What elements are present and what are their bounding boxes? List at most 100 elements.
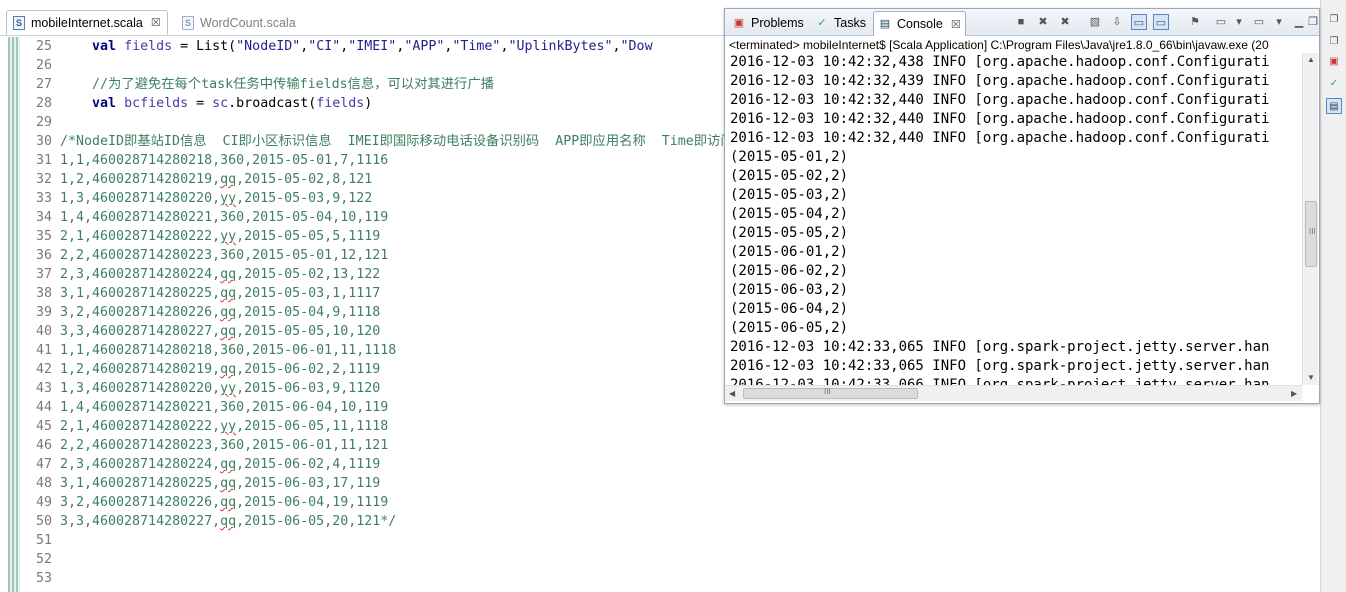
code-token: bcfields bbox=[124, 96, 189, 111]
chevron-up-icon[interactable]: ▲ bbox=[1307, 55, 1315, 64]
chevron-right-icon[interactable]: ▶ bbox=[1291, 389, 1297, 398]
restore-icon[interactable]: ❐ bbox=[1326, 12, 1342, 28]
code-line[interactable]: val bcfields = sc.broadcast(fields) bbox=[60, 94, 760, 113]
tasks-icon: ✓ bbox=[817, 17, 827, 29]
code-line[interactable]: 2,3,460028714280224,qq,2015-05-02,13,122 bbox=[60, 265, 760, 284]
code-token: ,2015-06-02,4,1119 bbox=[236, 457, 381, 472]
open-console-icon[interactable]: ▭ bbox=[1251, 14, 1267, 30]
code-line[interactable]: /*NodeID即基站ID信息 CI即小区标识信息 IMEI即国际移动电话设备识… bbox=[60, 132, 760, 151]
code-line[interactable]: 2,1,460028714280222,yy,2015-05-05,5,1119 bbox=[60, 227, 760, 246]
line-number: 27 bbox=[35, 77, 52, 92]
tab-mobileinternet-scala[interactable]: S mobileInternet.scala ☒ bbox=[6, 10, 168, 35]
line-number: 46 bbox=[35, 438, 52, 453]
minimize-icon[interactable]: ▁ bbox=[1291, 14, 1307, 30]
chevron-left-icon[interactable]: ◀ bbox=[729, 389, 735, 398]
vertical-scrollbar[interactable]: ▲ III ▼ bbox=[1302, 53, 1318, 385]
code-token: 3,2,460028714280226, bbox=[60, 305, 221, 320]
code-line[interactable]: 1,1,460028714280218,360,2015-05-01,7,111… bbox=[60, 151, 760, 170]
code-line[interactable]: 3,1,460028714280225,qq,2015-05-03,1,1117 bbox=[60, 284, 760, 303]
code-line[interactable] bbox=[60, 56, 760, 75]
line-number: 43 bbox=[35, 381, 52, 396]
code-line[interactable]: 3,1,460028714280225,qq,2015-06-03,17,119 bbox=[60, 474, 760, 493]
code-token: ,2015-05-02,8,121 bbox=[236, 172, 373, 187]
console-output[interactable]: 2016-12-03 10:42:32,438 INFO [org.apache… bbox=[730, 53, 1302, 385]
tab-label: Tasks bbox=[834, 16, 866, 30]
clear-console-icon[interactable]: ▧ bbox=[1087, 14, 1103, 30]
tasks-icon[interactable]: ✓ bbox=[1326, 76, 1342, 92]
code-line[interactable]: 3,2,460028714280226,qq,2015-06-04,19,111… bbox=[60, 493, 760, 512]
chevron-down-icon[interactable]: ▼ bbox=[1307, 373, 1315, 382]
line-number: 52 bbox=[35, 552, 52, 567]
code-token: val bbox=[92, 39, 117, 54]
pin-console-icon[interactable]: ⚑ bbox=[1187, 14, 1203, 30]
tab-wordcount-scala[interactable]: S WordCount.scala bbox=[176, 10, 302, 35]
code-line[interactable]: 1,1,460028714280218,360,2015-06-01,11,11… bbox=[60, 341, 760, 360]
scroll-lock-icon[interactable]: ⇩ bbox=[1109, 14, 1125, 30]
show-on-stdout-icon[interactable]: ▭ bbox=[1131, 14, 1147, 30]
chevron-down-icon[interactable]: ▾ bbox=[1231, 14, 1247, 30]
code-line[interactable]: 2,3,460028714280224,qq,2015-06-02,4,1119 bbox=[60, 455, 760, 474]
code-text-area[interactable]: val fields = List("NodeID","CI","IMEI","… bbox=[60, 37, 760, 588]
code-token: 1,2,460028714280219, bbox=[60, 172, 221, 187]
code-line[interactable]: 3,2,460028714280226,qq,2015-05-04,9,1118 bbox=[60, 303, 760, 322]
code-line[interactable]: 1,4,460028714280221,360,2015-05-04,10,11… bbox=[60, 208, 760, 227]
code-token: 1,4,460028714280221,360,2015-06-04,10,11… bbox=[60, 400, 389, 415]
line-number: 29 bbox=[35, 115, 52, 130]
maximize-icon[interactable]: ❐ bbox=[1307, 14, 1319, 30]
remove-all-terminated-icon[interactable]: ✖ bbox=[1057, 14, 1073, 30]
terminate-icon[interactable]: ■ bbox=[1013, 14, 1029, 30]
code-line[interactable]: 1,3,460028714280220,yy,2015-05-03,9,122 bbox=[60, 189, 760, 208]
code-line[interactable]: 1,2,460028714280219,qq,2015-05-02,8,121 bbox=[60, 170, 760, 189]
code-line[interactable]: 2,2,460028714280223,360,2015-06-01,11,12… bbox=[60, 436, 760, 455]
line-number: 39 bbox=[35, 305, 52, 320]
code-line[interactable]: 1,2,460028714280219,qq,2015-06-02,2,1119 bbox=[60, 360, 760, 379]
code-line[interactable] bbox=[60, 113, 760, 132]
code-token: yy bbox=[220, 229, 237, 244]
tab-tasks[interactable]: ✓ Tasks bbox=[811, 11, 870, 35]
scrollbar-thumb[interactable]: III bbox=[743, 387, 918, 399]
line-number: 36 bbox=[35, 248, 52, 263]
tab-problems[interactable]: ▣ Problems bbox=[728, 11, 808, 35]
code-token: "Time" bbox=[452, 39, 501, 54]
display-selected-console-icon[interactable]: ▭ bbox=[1213, 14, 1229, 30]
code-line[interactable]: //为了避免在每个task任务中传输fields信息，可以对其进行广播 bbox=[60, 75, 760, 94]
code-line[interactable]: 1,4,460028714280221,360,2015-06-04,10,11… bbox=[60, 398, 760, 417]
code-line[interactable] bbox=[60, 550, 760, 569]
code-token: ,2015-06-03,9,1120 bbox=[236, 381, 381, 396]
code-token: 2,1,460028714280222, bbox=[60, 229, 221, 244]
tab-console[interactable]: ▤ Console ☒ bbox=[873, 11, 966, 36]
problems-icon[interactable]: ▣ bbox=[1326, 54, 1342, 70]
line-number: 50 bbox=[35, 514, 52, 529]
show-on-stderr-icon[interactable]: ▭ bbox=[1153, 14, 1169, 30]
code-line[interactable] bbox=[60, 569, 760, 588]
console-line: (2015-06-05,2) bbox=[730, 320, 849, 336]
console-line: (2015-05-02,2) bbox=[730, 168, 849, 184]
code-token: "IMEI" bbox=[348, 39, 397, 54]
console-icon[interactable]: ▤ bbox=[1326, 98, 1342, 114]
code-line[interactable]: 2,2,460028714280223,360,2015-05-01,12,12… bbox=[60, 246, 760, 265]
problems-icon: ▣ bbox=[733, 17, 745, 29]
code-line[interactable]: 2,1,460028714280222,yy,2015-06-05,11,111… bbox=[60, 417, 760, 436]
close-icon[interactable]: ☒ bbox=[951, 18, 961, 31]
chevron-down-icon[interactable]: ▾ bbox=[1271, 14, 1287, 30]
code-line[interactable] bbox=[60, 531, 760, 550]
change-gutter bbox=[8, 37, 20, 592]
code-token: , bbox=[612, 39, 621, 54]
remove-launch-icon[interactable]: ✖ bbox=[1035, 14, 1051, 30]
code-token: ,2015-05-04,9,1118 bbox=[236, 305, 381, 320]
code-token: 2,3,460028714280224, bbox=[60, 267, 221, 282]
close-icon[interactable]: ☒ bbox=[151, 16, 161, 29]
horizontal-scrollbar[interactable]: ◀ III ▶ bbox=[725, 385, 1302, 401]
scrollbar-thumb[interactable]: III bbox=[1305, 201, 1317, 267]
line-number: 48 bbox=[35, 476, 52, 491]
code-token: = List( bbox=[172, 39, 237, 54]
console-line: 2016-12-03 10:42:32,440 INFO [org.apache… bbox=[730, 92, 1270, 108]
console-view[interactable]: ▣ Problems ✓ Tasks ▤ Console ☒ ■ ✖ ✖ ▧ ⇩… bbox=[724, 8, 1320, 404]
code-line[interactable]: val fields = List("NodeID","CI","IMEI","… bbox=[60, 37, 760, 56]
code-line[interactable]: 1,3,460028714280220,yy,2015-06-03,9,1120 bbox=[60, 379, 760, 398]
restore-icon[interactable]: ❐ bbox=[1326, 34, 1342, 50]
code-line[interactable]: 3,3,460028714280227,qq,2015-06-05,20,121… bbox=[60, 512, 760, 531]
line-number: 32 bbox=[35, 172, 52, 187]
line-number: 37 bbox=[35, 267, 52, 282]
code-line[interactable]: 3,3,460028714280227,qq,2015-05-05,10,120 bbox=[60, 322, 760, 341]
